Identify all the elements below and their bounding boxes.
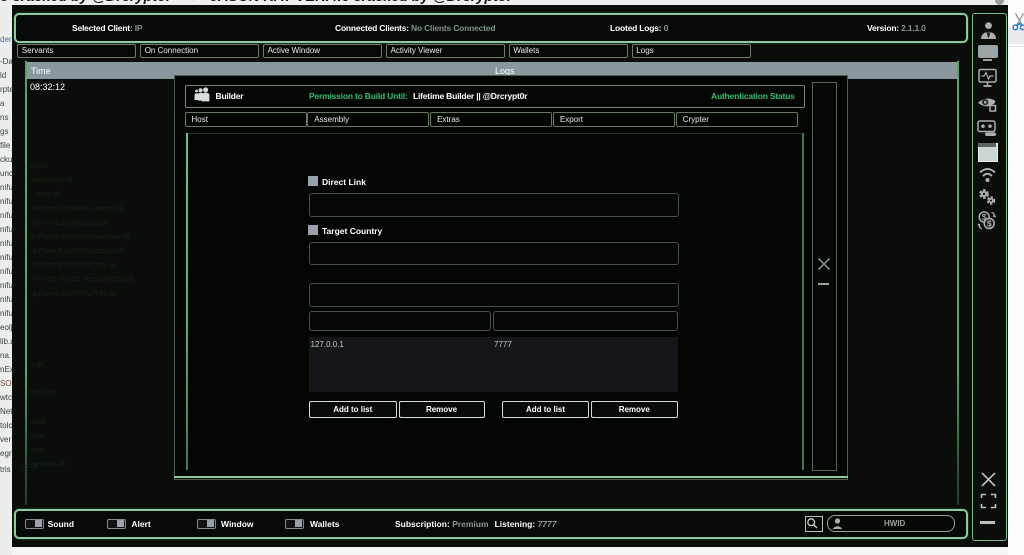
svg-text:$: $: [987, 219, 992, 229]
